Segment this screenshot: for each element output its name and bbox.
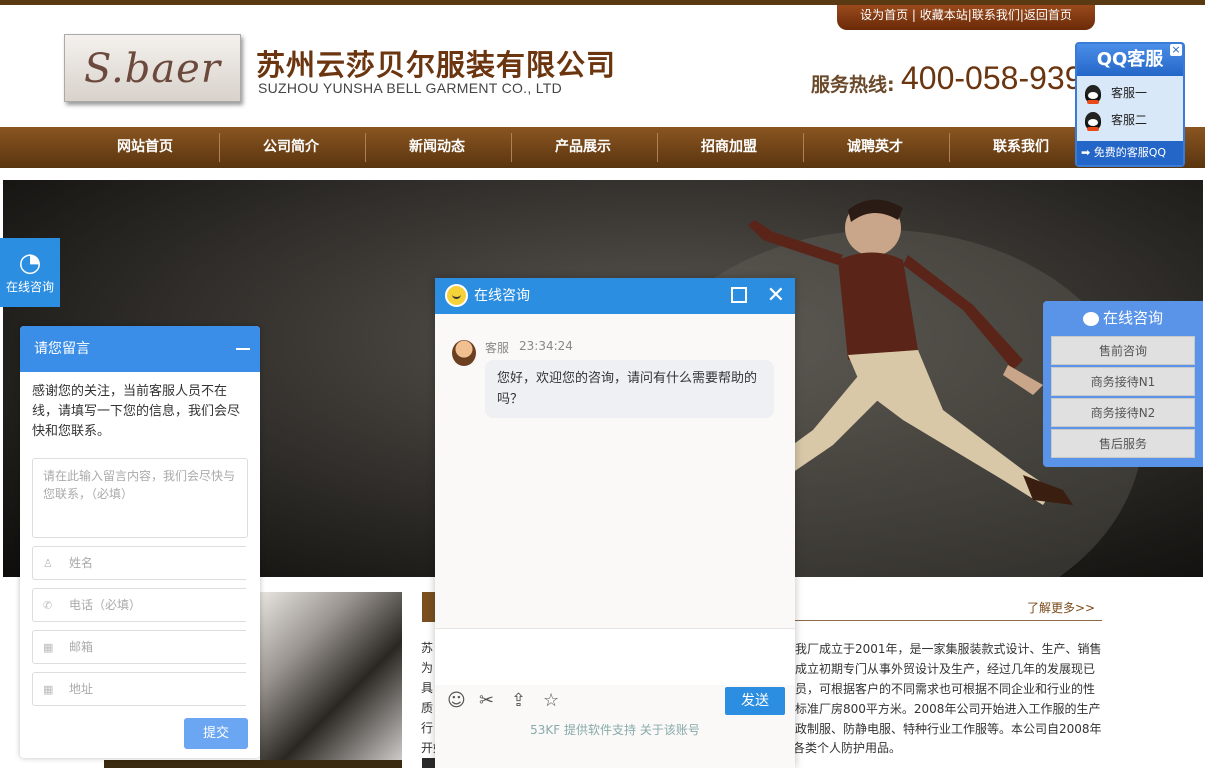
nav-news[interactable]: 新闻动态 <box>364 127 510 168</box>
chat-footer[interactable]: 53KF 提供软件支持 关于该账号 <box>435 721 795 738</box>
nav-home[interactable]: 网站首页 <box>72 127 218 168</box>
company-logo[interactable]: S.baer <box>64 34 241 102</box>
address-field-placeholder: 地址 <box>69 682 94 696</box>
name-field-placeholder: 姓名 <box>69 556 94 570</box>
qq-footer-label: 免费的客服QQ <box>1093 146 1167 159</box>
email-field-placeholder: 邮箱 <box>69 640 94 654</box>
agent-name: 客服 <box>485 341 510 355</box>
online-consult-header: 在线咨询 <box>1043 301 1203 335</box>
about-left-char: 质 <box>421 701 434 715</box>
upload-file-icon[interactable]: ⇪ <box>511 690 543 711</box>
qq-contact-label: 客服一 <box>1111 86 1148 100</box>
grid-icon: ▦ <box>43 641 54 654</box>
phone-icon: ✆ <box>43 599 53 612</box>
qq-penguin-icon <box>1085 111 1101 131</box>
agent-message-bubble: 您好，欢迎您的咨询，请问有什么需要帮助的吗？ <box>485 360 774 418</box>
hotline-label: 服务热线: <box>811 74 895 96</box>
nav-about[interactable]: 公司简介 <box>218 127 364 168</box>
chat-toolbar: ☺ ✂ ⇪ ☆ <box>447 690 575 711</box>
scissors-icon[interactable]: ✂ <box>479 690 511 711</box>
about-left-char: 为 <box>421 661 434 675</box>
company-name-cn: 苏州云莎贝尔服装有限公司 <box>256 48 617 82</box>
chat-title: 在线咨询 <box>474 288 530 304</box>
learn-more-link[interactable]: 了解更多>> <box>1027 599 1095 616</box>
qq-free-service-link[interactable]: ➡ 免费的客服QQ <box>1077 141 1183 165</box>
qq-contact-label: 客服二 <box>1111 113 1148 127</box>
consult-business-n1[interactable]: 商务接待N1 <box>1051 367 1195 396</box>
product-thumbnail-couple[interactable] <box>260 592 402 768</box>
about-line: 政制服、防静电服、特种行业工作服等。本公司自2008年 <box>795 722 1102 736</box>
hotline-number: 400-058-939 <box>901 60 1083 96</box>
message-content-input[interactable]: 请在此输入留言内容，我们会尽快与您联系，（必填） <box>32 458 248 538</box>
about-section-marker <box>422 592 436 622</box>
submit-button[interactable]: 提交 <box>184 718 248 749</box>
message-panel-title: 请您留言 <box>34 341 90 357</box>
maximize-icon[interactable] <box>731 287 747 303</box>
about-left-char: 具 <box>421 681 434 695</box>
emoji-icon[interactable]: ☺ <box>447 690 479 711</box>
consult-presales[interactable]: 售前咨询 <box>1051 336 1195 365</box>
qq-contact-1[interactable]: 客服一 <box>1085 84 1148 104</box>
about-line: 员，可根据客户的不同需求也可根据不同企业和行业的性 <box>795 682 1096 696</box>
main-nav: 网站首页 公司简介 新闻动态 产品展示 招商加盟 诚聘英才 联系我们 <box>0 127 1205 168</box>
agent-avatar <box>452 340 476 366</box>
about-line: 标准厂房800平方米。2008年公司开始进入工作服的生产 <box>795 702 1101 716</box>
consult-aftersales[interactable]: 售后服务 <box>1051 429 1195 458</box>
nav-products[interactable]: 产品展示 <box>510 127 656 168</box>
address-field[interactable]: ▦ 地址 <box>32 672 246 706</box>
qq-penguin-icon <box>1085 84 1101 104</box>
nav-careers[interactable]: 诚聘英才 <box>802 127 948 168</box>
qq-contact-2[interactable]: 客服二 <box>1085 111 1148 131</box>
message-timestamp: 23:34:24 <box>519 339 573 353</box>
consult-business-n2[interactable]: 商务接待N2 <box>1051 398 1195 427</box>
product-thumbnail-strip[interactable] <box>104 760 402 768</box>
arrow-right-icon: ➡ <box>1081 146 1091 159</box>
user-icon: ♙ <box>43 557 53 570</box>
online-consult-tab[interactable]: ◔ 在线咨询 <box>0 238 60 307</box>
chat-bubble-icon <box>1082 311 1099 326</box>
about-text: 我厂成立于2001年，是一家集服装款式设计、生产、销售 成立初期专门从事外贸设计… <box>795 639 1102 739</box>
chat-window: 在线咨询 ✕ 客服 23:34:24 您好，欢迎您的咨询，请问有什么需要帮助的吗… <box>435 278 795 768</box>
online-consult-sidebar: 在线咨询 售前咨询 商务接待N1 商务接待N2 售后服务 <box>1043 301 1203 467</box>
send-button[interactable]: 发送 <box>725 687 785 715</box>
grid-icon: ▦ <box>43 683 54 696</box>
about-line: 我厂成立于2001年，是一家集服装款式设计、生产、销售 <box>795 642 1102 656</box>
about-line: 成立初期专门从事外贸设计及生产，经过几年的发展现已 <box>795 662 1096 676</box>
email-field[interactable]: ▦ 邮箱 <box>32 630 246 664</box>
leave-message-panel: 请您留言 感谢您的关注，当前客服人员不在线，请填写一下您的信息，我们会尽快和您联… <box>20 326 260 758</box>
chat-header: 在线咨询 ✕ <box>435 278 795 314</box>
chat-message-input[interactable] <box>435 629 795 685</box>
company-name-en: SUZHOU YUNSHA BELL GARMENT CO., LTD <box>258 80 563 96</box>
qq-service-box: QQ客服 × 客服一 客服二 ➡ 免费的客服QQ <box>1075 42 1185 167</box>
nav-contact[interactable]: 联系我们 <box>948 127 1094 168</box>
close-icon[interactable]: × <box>1170 44 1182 56</box>
smiley-logo-icon <box>445 284 468 307</box>
about-left-char: 行 <box>421 721 434 735</box>
message-panel-header: 请您留言 <box>20 326 260 372</box>
minimize-icon[interactable] <box>236 348 250 350</box>
message-intro: 感谢您的关注，当前客服人员不在线，请填写一下您的信息，我们会尽快和您联系。 <box>32 384 241 439</box>
about-divider <box>795 620 1102 621</box>
logo-text: S.baer <box>84 46 221 92</box>
close-icon[interactable]: ✕ <box>767 281 785 311</box>
online-consult-tab-label: 在线咨询 <box>5 280 54 294</box>
star-icon[interactable]: ☆ <box>543 690 575 711</box>
phone-field[interactable]: ✆ 电话（必填） <box>32 588 246 622</box>
phone-field-placeholder: 电话（必填） <box>69 598 142 612</box>
nav-franchise[interactable]: 招商加盟 <box>656 127 802 168</box>
headset-icon: ◔ <box>18 248 42 278</box>
about-left-char: 苏 <box>421 641 434 655</box>
top-links[interactable]: 设为首页 | 收藏本站|联系我们|返回首页 <box>837 5 1095 30</box>
online-consult-title: 在线咨询 <box>1102 309 1163 327</box>
qq-service-title: QQ客服 <box>1077 44 1183 76</box>
name-field[interactable]: ♙ 姓名 <box>32 546 246 580</box>
